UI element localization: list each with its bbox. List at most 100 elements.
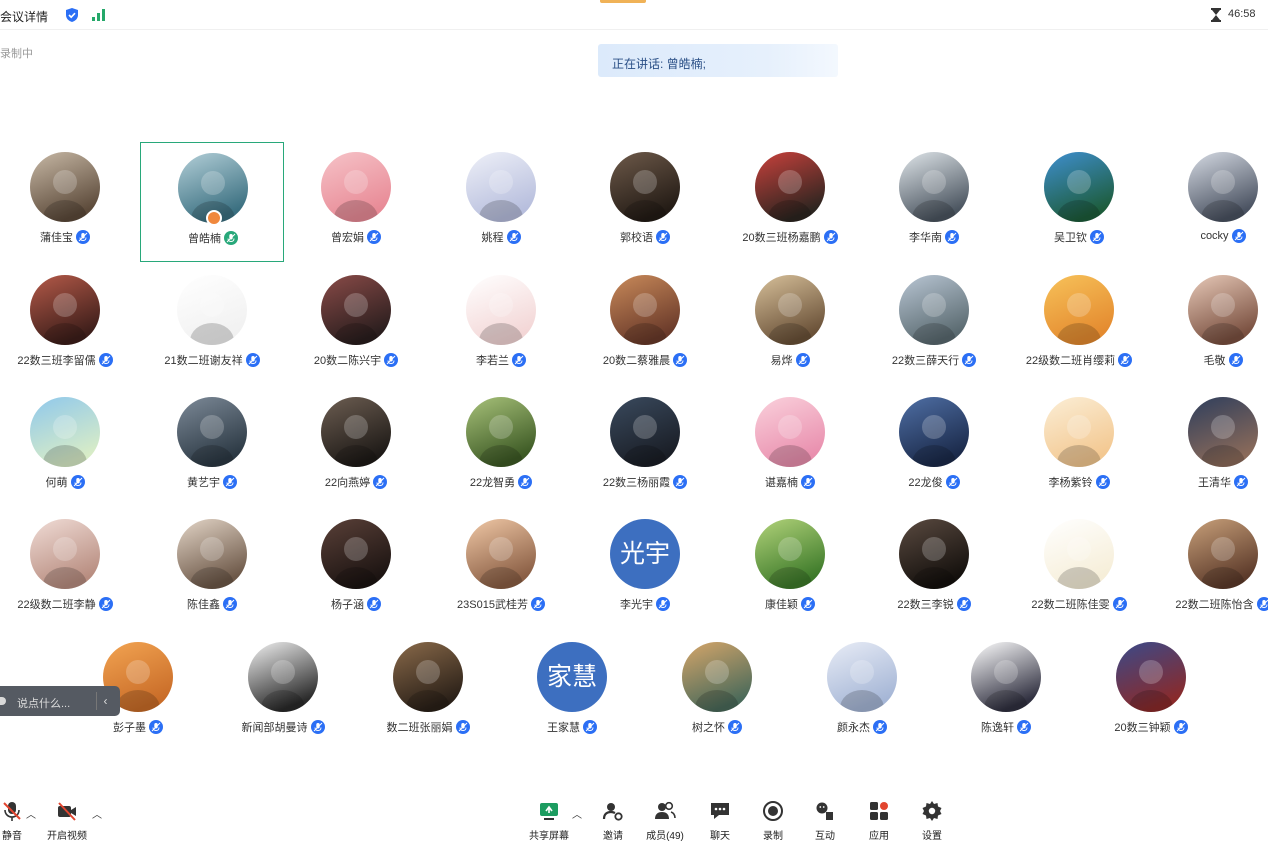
speaking-indicator: 正在讲话: 曾皓楠; bbox=[598, 44, 838, 77]
participant-tile[interactable]: 吴卫钦 bbox=[1007, 142, 1151, 262]
participant-tile[interactable]: 22数三李锐 bbox=[862, 509, 1006, 629]
participant-name-row: 黄艺宇 bbox=[140, 474, 284, 490]
participant-tile[interactable]: 22数三薛天行 bbox=[862, 265, 1006, 385]
participant-tile[interactable]: 20数三班杨嘉鹏 bbox=[718, 142, 862, 262]
avatar bbox=[899, 152, 969, 222]
mic-status-icon bbox=[656, 230, 670, 244]
security-shield-icon[interactable] bbox=[64, 7, 80, 23]
avatar bbox=[466, 397, 536, 467]
participant-tile[interactable]: 新闻部胡曼诗 bbox=[211, 632, 355, 752]
avatar bbox=[755, 152, 825, 222]
chat-bubble-icon bbox=[711, 803, 729, 819]
settings-button[interactable]: 设置 bbox=[902, 800, 962, 842]
participant-name-row: 李若兰 bbox=[429, 352, 573, 368]
participant-name: 22级数二班李静 bbox=[17, 599, 96, 611]
mic-status-icon bbox=[945, 475, 960, 489]
avatar bbox=[899, 275, 969, 345]
participant-tile[interactable]: 22数二班陈怡含 bbox=[1151, 509, 1268, 629]
avatar bbox=[1044, 519, 1114, 589]
participant-name: 22数三薛天行 bbox=[891, 355, 960, 367]
participant-tile[interactable]: 22数三杨丽霞 bbox=[573, 387, 717, 507]
participant-tile[interactable]: 20数三钟颖 bbox=[1079, 632, 1223, 752]
members-button[interactable]: 成员(49) bbox=[635, 800, 695, 842]
participant-tile[interactable]: 李杨紫铃 bbox=[1007, 387, 1151, 507]
participant-tile[interactable]: 22龙俊 bbox=[862, 387, 1006, 507]
participant-tile[interactable]: 22数三班李留儒 bbox=[0, 265, 137, 385]
participant-tile[interactable]: 杨子涵 bbox=[284, 509, 428, 629]
share-options-chevron-icon[interactable]: ︿ bbox=[572, 806, 582, 821]
participant-tile[interactable]: cocky bbox=[1151, 142, 1268, 262]
chat-collapse-button[interactable]: ‹ bbox=[96, 692, 114, 710]
chat-input[interactable]: 说点什么... bbox=[17, 695, 70, 711]
record-button[interactable]: 录制 bbox=[743, 800, 803, 842]
participant-tile[interactable]: 李华南 bbox=[862, 142, 1006, 262]
participant-tile[interactable]: 陈逸轩 bbox=[934, 632, 1078, 752]
participant-tile[interactable]: 数二班张丽娟 bbox=[356, 632, 500, 752]
participant-tile[interactable]: 王清华 bbox=[1151, 387, 1268, 507]
participant-name-row: 王清华 bbox=[1151, 474, 1268, 490]
participant-tile[interactable]: 曾宏娟 bbox=[284, 142, 428, 262]
participant-name: cocky bbox=[1200, 230, 1229, 242]
share-screen-icon bbox=[540, 803, 558, 820]
participant-tile[interactable]: 21数二班谢友祥 bbox=[140, 265, 284, 385]
participant-name-row: 曾宏娟 bbox=[284, 229, 428, 245]
participant-name: 陈逸轩 bbox=[981, 722, 1014, 734]
participant-tile[interactable]: 曾皓楠 bbox=[140, 142, 284, 262]
apps-button[interactable]: 应用 bbox=[849, 800, 909, 842]
mic-status-icon bbox=[962, 353, 977, 367]
participant-tile[interactable]: 何萌 bbox=[0, 387, 137, 507]
participant-tile[interactable]: 22级数二班李静 bbox=[0, 509, 137, 629]
participant-name-row: 23S015武桂芳 bbox=[429, 596, 573, 612]
participant-tile[interactable]: 郭校语 bbox=[573, 142, 717, 262]
quick-chat-box[interactable]: 说点什么... ‹ bbox=[0, 686, 120, 716]
participant-tile[interactable]: 22级数二班肖缨莉 bbox=[1007, 265, 1151, 385]
mic-status-icon bbox=[224, 231, 238, 245]
participant-name: 22龙智勇 bbox=[469, 477, 516, 489]
participant-tile[interactable]: 22龙智勇 bbox=[429, 387, 573, 507]
participant-tile[interactable]: 谌嘉楠 bbox=[718, 387, 862, 507]
video-options-chevron-icon[interactable]: ︿ bbox=[92, 806, 102, 821]
invite-button[interactable]: 邀请 bbox=[583, 800, 643, 842]
participant-tile[interactable]: 康佳颖 bbox=[718, 509, 862, 629]
participant-tile[interactable]: 22数二班陈佳雯 bbox=[1007, 509, 1151, 629]
meeting-window: 会议详情 46:58 录制中 正在讲话: 曾皓楠; 蒲佳宝 曾皓楠 曾宏娟 姚程 郭校语… bbox=[0, 0, 1268, 846]
participant-name-row: 康佳颖 bbox=[718, 596, 862, 612]
participant-tile[interactable]: 光宇 李光宇 bbox=[573, 509, 717, 629]
participant-tile[interactable]: 黄艺宇 bbox=[140, 387, 284, 507]
mute-options-chevron-icon[interactable]: ︿ bbox=[26, 806, 36, 821]
mic-status-icon bbox=[367, 230, 381, 244]
participant-tile[interactable]: 姚程 bbox=[429, 142, 573, 262]
participant-name-row: 谌嘉楠 bbox=[718, 474, 862, 490]
participant-tile[interactable]: 蒲佳宝 bbox=[0, 142, 137, 262]
participant-tile[interactable]: 树之怀 bbox=[645, 632, 789, 752]
avatar bbox=[177, 397, 247, 467]
avatar bbox=[466, 519, 536, 589]
participant-tile[interactable]: 易烨 bbox=[718, 265, 862, 385]
members-icon bbox=[655, 801, 676, 819]
participant-tile[interactable]: 李若兰 bbox=[429, 265, 573, 385]
apps-grid-icon bbox=[870, 802, 888, 820]
participant-tile[interactable]: 20数二蔡雅晨 bbox=[573, 265, 717, 385]
avatar-initials: 家慧 bbox=[546, 662, 597, 691]
participant-tile[interactable]: 颜永杰 bbox=[790, 632, 934, 752]
mic-status-icon bbox=[98, 597, 113, 611]
participant-name-row: 李光宇 bbox=[573, 596, 717, 612]
participant-name-row: 20数二蔡雅晨 bbox=[573, 352, 717, 368]
chat-button[interactable]: 聊天 bbox=[690, 800, 750, 842]
participant-name-row: 22龙智勇 bbox=[429, 474, 573, 490]
participant-tile[interactable]: 22向燕婷 bbox=[284, 387, 428, 507]
participant-tile[interactable]: 23S015武桂芳 bbox=[429, 509, 573, 629]
avatar bbox=[1044, 275, 1114, 345]
participant-name: 何萌 bbox=[45, 477, 68, 489]
avatar bbox=[321, 152, 391, 222]
start-video-button[interactable]: 开启视频 bbox=[37, 800, 97, 842]
share-screen-button[interactable]: 共享屏幕 bbox=[519, 800, 579, 842]
reaction-button[interactable]: 互动 bbox=[795, 800, 855, 842]
participant-tile[interactable]: 陈佳鑫 bbox=[140, 509, 284, 629]
network-signal-icon[interactable] bbox=[92, 8, 106, 21]
meeting-details-link[interactable]: 会议详情 bbox=[0, 8, 48, 25]
participant-tile[interactable]: 毛敬 bbox=[1151, 265, 1268, 385]
participant-tile[interactable]: 家慧 王家慧 bbox=[500, 632, 644, 752]
participant-tile[interactable]: 20数二陈兴宇 bbox=[284, 265, 428, 385]
mic-status-icon bbox=[728, 720, 742, 734]
